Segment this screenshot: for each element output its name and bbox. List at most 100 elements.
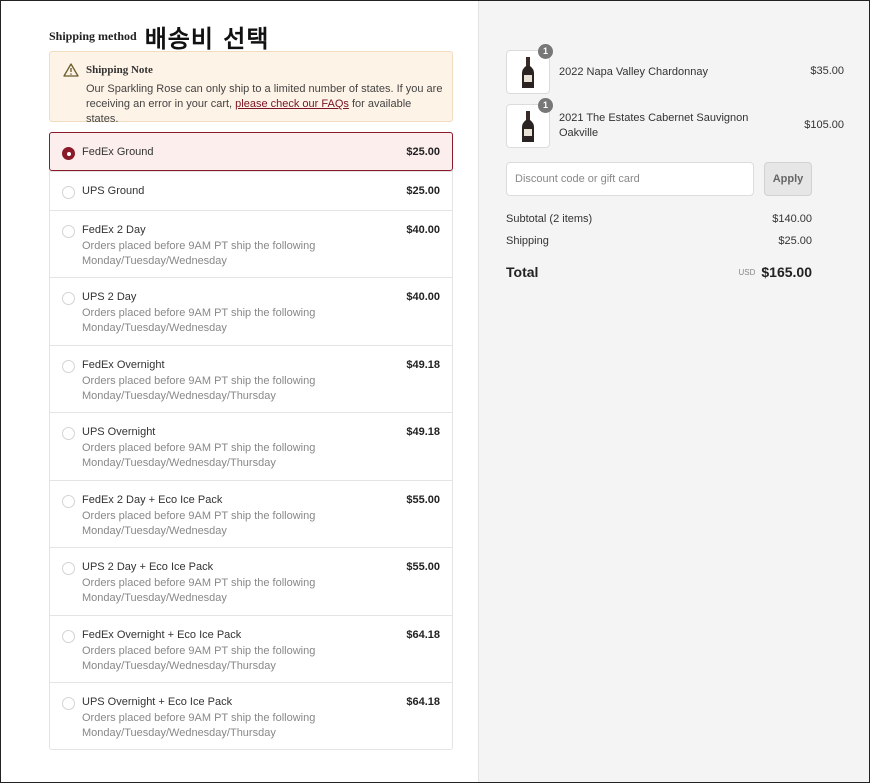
option-price: $64.18 (406, 629, 440, 641)
radio-button[interactable] (62, 562, 75, 575)
discount-code-input[interactable] (506, 162, 754, 196)
subtotal-row: Subtotal (2 items) $140.00 (506, 213, 812, 225)
shipping-option[interactable]: UPS 2 Day + Eco Ice Pack $55.00 Orders pla… (50, 547, 452, 615)
radio-button[interactable] (62, 292, 75, 305)
radio-button[interactable] (62, 186, 75, 199)
option-description: Orders placed before 9AM PT ship the fol… (82, 239, 322, 269)
total-row: Total USD $165.00 (506, 264, 812, 282)
option-description-line2: Monday/Tuesday/Wednesday/Thursday (82, 457, 276, 469)
option-price: $40.00 (406, 224, 440, 236)
option-name: FedEx Overnight (82, 359, 165, 371)
option-description-line1: Orders placed before 9AM PT ship the fol… (82, 712, 316, 724)
radio-button[interactable] (62, 360, 75, 373)
item-name: 2021 The Estates Cabernet Sauvignon Oakvi… (559, 111, 749, 141)
option-price: $55.00 (406, 494, 440, 506)
warning-triangle-icon (63, 63, 79, 77)
option-description-line2: Monday/Tuesday/Wednesday (82, 592, 227, 604)
option-description-line1: Orders placed before 9AM PT ship the fol… (82, 510, 316, 522)
wine-bottle-icon (522, 57, 534, 88)
option-description-line2: Monday/Tuesday/Wednesday/Thursday (82, 660, 276, 672)
cart-item: 1 2021 The Estates Cabernet Sauvignon Oakv… (506, 98, 844, 148)
wine-bottle-icon (522, 111, 534, 142)
option-description-line2: Monday/Tuesday/Wednesday/Thursday (82, 390, 276, 402)
option-name: FedEx 2 Day + Eco Ice Pack (82, 494, 223, 506)
item-name: 2022 Napa Valley Chardonnay (559, 65, 749, 80)
radio-button[interactable] (62, 147, 75, 160)
option-description: Orders placed before 9AM PT ship the fol… (82, 576, 322, 606)
quantity-badge: 1 (538, 98, 553, 113)
radio-button[interactable] (62, 630, 75, 643)
note-title: Shipping Note (86, 64, 153, 76)
option-name: UPS Overnight + Eco Ice Pack (82, 696, 233, 708)
option-price: $64.18 (406, 696, 440, 708)
option-description-line2: Monday/Tuesday/Wednesday (82, 322, 227, 334)
option-description: Orders placed before 9AM PT ship the fol… (82, 441, 322, 471)
option-price: $55.00 (406, 561, 440, 573)
currency-label: USD (738, 268, 756, 277)
option-description: Orders placed before 9AM PT ship the fol… (82, 509, 322, 539)
shipping-option[interactable]: UPS 2 Day $40.00 Orders placed before 9AM … (50, 277, 452, 345)
radio-button[interactable] (62, 697, 75, 710)
order-summary: 1 2022 Napa Valley Chardonnay $35.00 1 2021 … (478, 1, 869, 782)
option-description-line1: Orders placed before 9AM PT ship the fol… (82, 307, 316, 319)
section-title: Shipping method (49, 29, 137, 43)
option-name: FedEx Overnight + Eco Ice Pack (82, 629, 242, 641)
note-body: Our Sparkling Rose can only ship to a li… (86, 82, 446, 127)
option-description: Orders placed before 9AM PT ship the fol… (82, 711, 322, 741)
option-name: FedEx Ground (82, 146, 154, 158)
item-name-line1: 2021 The Estates Cabernet Sauvignon (559, 112, 749, 124)
option-name: UPS 2 Day + Eco Ice Pack (82, 561, 214, 573)
radio-button[interactable] (62, 427, 75, 440)
subtotal-value: $140.00 (772, 213, 812, 225)
shipping-option[interactable]: UPS Overnight + Eco Ice Pack $64.18 Orders… (50, 682, 452, 749)
option-description: Orders placed before 9AM PT ship the fol… (82, 644, 322, 674)
option-name: UPS Ground (82, 185, 145, 197)
option-price: $49.18 (406, 359, 440, 371)
option-name: UPS Overnight (82, 426, 156, 438)
shipping-option[interactable]: FedEx Overnight + Eco Ice Pack $64.18 Orde… (50, 615, 452, 682)
shipping-option[interactable]: FedEx Overnight $49.18 Orders placed befor… (50, 345, 452, 412)
option-price: $49.18 (406, 426, 440, 438)
option-name: FedEx 2 Day (82, 224, 146, 236)
cart-item: 1 2022 Napa Valley Chardonnay $35.00 (506, 44, 844, 94)
shipping-note-box: Shipping Note Our Sparkling Rose can onl… (49, 51, 453, 125)
item-price: $105.00 (804, 119, 844, 131)
option-price: $40.00 (406, 291, 440, 303)
item-name-line2: Oakville (559, 127, 599, 139)
total-label: Total (506, 264, 539, 280)
faq-link[interactable]: please check our FAQs (235, 98, 349, 110)
total-value: $165.00 (761, 264, 812, 280)
option-price: $25.00 (406, 146, 440, 158)
option-description-line1: Orders placed before 9AM PT ship the fol… (82, 577, 316, 589)
option-description: Orders placed before 9AM PT ship the fol… (82, 374, 322, 404)
shipping-panel: Shipping method 배송비 선택 Shipping Note Our… (1, 1, 478, 782)
shipping-method-list: FedEx Ground $25.00 UPS Ground $25.00 FedEx … (49, 132, 453, 750)
option-name: UPS 2 Day (82, 291, 137, 303)
shipping-option[interactable]: FedEx Ground $25.00 (49, 132, 453, 171)
shipping-row: Shipping $25.00 (506, 235, 812, 247)
item-price: $35.00 (810, 65, 844, 77)
subtotal-label: Subtotal (2 items) (506, 213, 593, 225)
shipping-option[interactable]: UPS Ground $25.00 (50, 171, 452, 210)
item-name-line1: 2022 Napa Valley Chardonnay (559, 66, 709, 78)
option-price: $25.00 (406, 185, 440, 197)
korean-annotation: 배송비 선택 (144, 25, 270, 53)
apply-button[interactable]: Apply (764, 162, 812, 196)
shipping-value: $25.00 (778, 235, 812, 247)
shipping-label: Shipping (506, 235, 549, 247)
option-description-line1: Orders placed before 9AM PT ship the fol… (82, 645, 316, 657)
section-heading: Shipping method 배송비 선택 (49, 19, 269, 54)
option-description: Orders placed before 9AM PT ship the fol… (82, 306, 322, 336)
radio-button[interactable] (62, 495, 75, 508)
option-description-line2: Monday/Tuesday/Wednesday (82, 255, 227, 267)
shipping-option[interactable]: FedEx 2 Day $40.00 Orders placed before 9A… (50, 210, 452, 277)
option-description-line1: Orders placed before 9AM PT ship the fol… (82, 442, 316, 454)
option-description-line2: Monday/Tuesday/Wednesday/Thursday (82, 727, 276, 739)
option-description-line1: Orders placed before 9AM PT ship the fol… (82, 375, 316, 387)
option-description-line2: Monday/Tuesday/Wednesday (82, 525, 227, 537)
quantity-badge: 1 (538, 44, 553, 59)
shipping-option[interactable]: UPS Overnight $49.18 Orders placed before … (50, 412, 452, 480)
option-description-line1: Orders placed before 9AM PT ship the fol… (82, 240, 316, 252)
shipping-option[interactable]: FedEx 2 Day + Eco Ice Pack $55.00 Orders p… (50, 480, 452, 547)
radio-button[interactable] (62, 225, 75, 238)
